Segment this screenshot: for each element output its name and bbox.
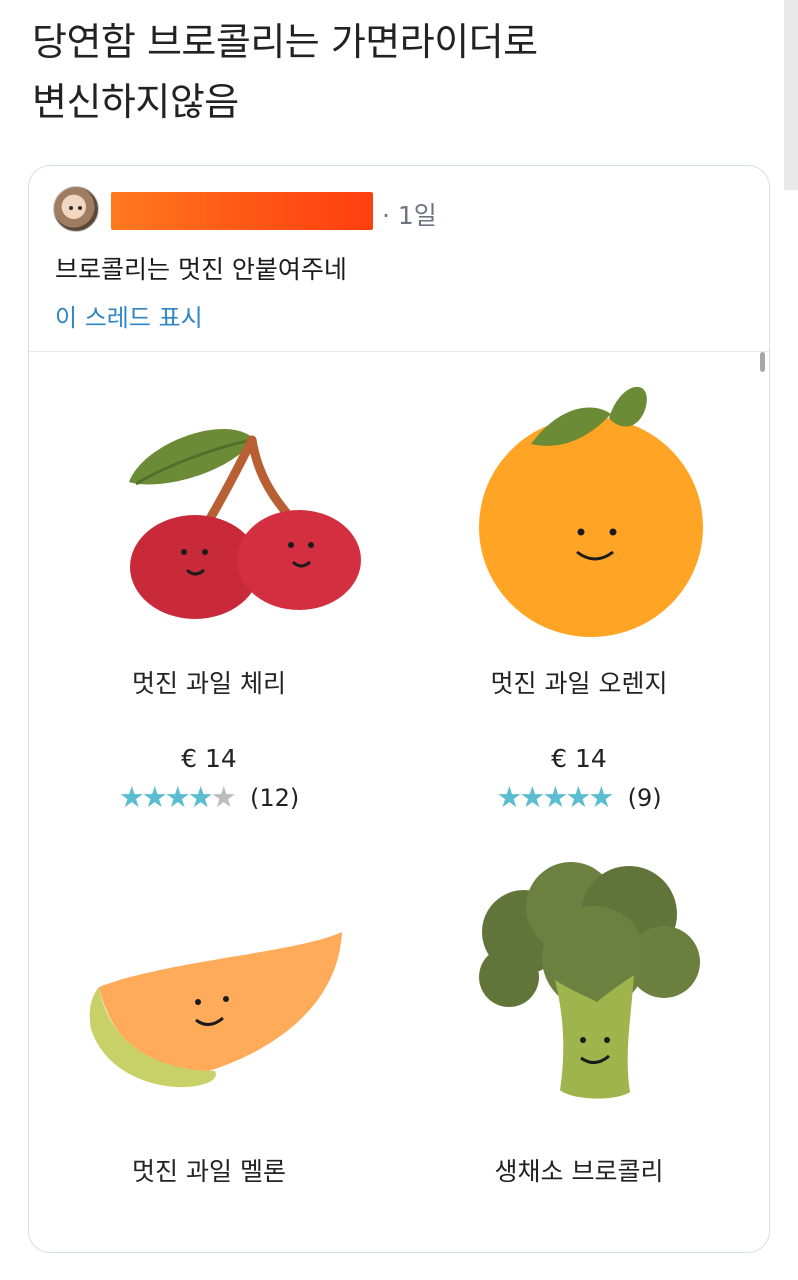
product-card-broccoli[interactable]: 생채소 브로콜리 [399, 832, 759, 1252]
window-edge [784, 0, 798, 190]
tweet-text: 브로콜리는 멋진 안붙여주네 [55, 255, 347, 284]
product-card-orange[interactable]: 멋진 과일 오렌지 € 14 ★★★★★ (9) [399, 352, 759, 814]
headline-line-2: 변신하지않음 [32, 80, 239, 124]
product-name: 멋진 과일 멜론 [132, 1157, 286, 1186]
embedded-tweet-card[interactable]: · 1일 브로콜리는 멋진 안붙여주네 이 스레드 표시 멋진 과일 체리 € … [28, 165, 770, 1253]
product-card-cherry[interactable]: 멋진 과일 체리 € 14 ★★★★★ (12) [29, 352, 389, 814]
product-rating: ★★★★★ (12) [29, 780, 389, 814]
star-rating-icons: ★★★★★ [496, 780, 614, 814]
broccoli-plush-icon [419, 842, 759, 1132]
product-rating: ★★★★★ (9) [399, 780, 759, 814]
product-name: 멋진 과일 체리 [132, 669, 286, 698]
star-rating-icons: ★★★★★ [118, 780, 240, 814]
product-name: 생채소 브로콜리 [494, 1157, 664, 1186]
cherry-plush-icon [49, 362, 389, 652]
tweet-time: · 1일 [382, 201, 437, 230]
orange-plush-icon [419, 362, 759, 652]
avatar[interactable] [53, 186, 99, 232]
headline-line-1: 당연함 브로콜리는 가면라이더로 [32, 20, 538, 64]
product-grid: 멋진 과일 체리 € 14 ★★★★★ (12) 멋진 과일 오렌지 € 14 … [29, 352, 769, 1252]
post-headline: 당연함 브로콜리는 가면라이더로 변신하지않음 [32, 12, 772, 132]
product-price: € 14 [551, 744, 607, 773]
redacted-username [111, 192, 373, 230]
product-name: 멋진 과일 오렌지 [490, 669, 668, 698]
product-price: € 14 [181, 744, 237, 773]
product-card-melon[interactable]: 멋진 과일 멜론 [29, 832, 389, 1252]
review-count: (12) [249, 784, 300, 812]
show-thread-link[interactable]: 이 스레드 표시 [55, 298, 203, 333]
review-count: (9) [627, 784, 662, 812]
melon-plush-icon [49, 842, 389, 1132]
